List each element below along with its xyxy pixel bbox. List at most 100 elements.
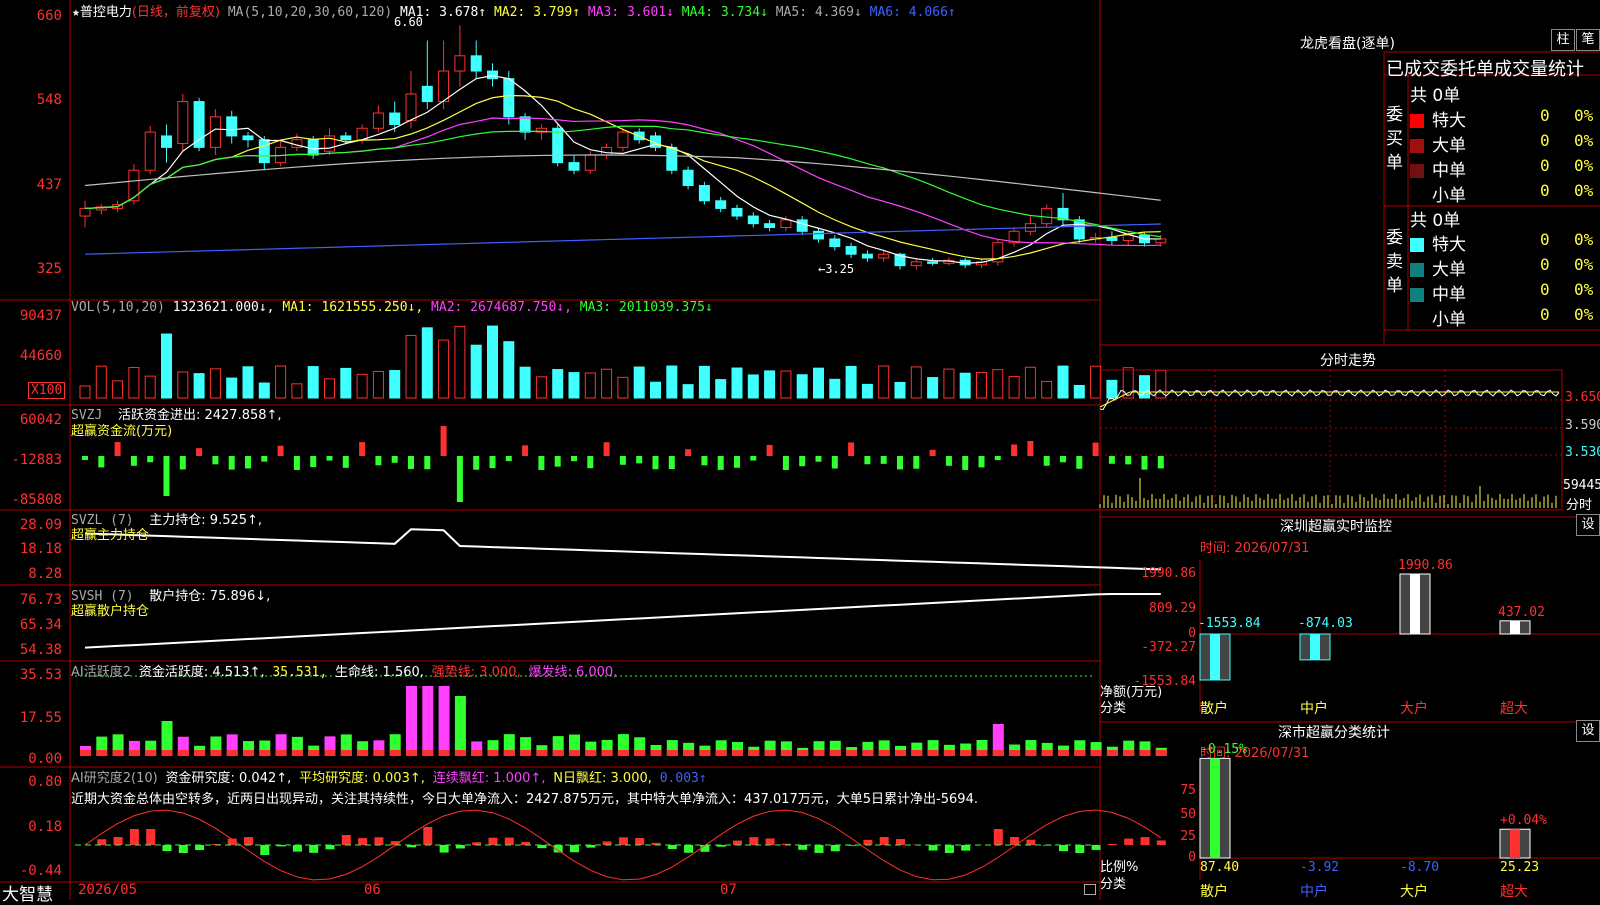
szc-x-label: 分类 — [1100, 873, 1126, 892]
fundflow-bar — [408, 456, 414, 469]
fundflow-bar — [816, 456, 822, 462]
activity-base — [243, 750, 254, 756]
szm-category-label: 大户 — [1400, 698, 1428, 718]
fundflow-bar — [864, 456, 870, 464]
fundflow-bar — [245, 456, 251, 468]
activity-base — [113, 750, 124, 756]
research-bar — [733, 841, 742, 845]
sz-monitor-settings-button[interactable]: 设 — [1576, 514, 1600, 536]
activity-base — [292, 750, 303, 756]
activity-base — [830, 750, 841, 756]
order-row: 大单 — [1410, 131, 1466, 156]
volume-bar — [80, 386, 90, 398]
research-bar — [146, 829, 155, 845]
sz-class-title: 深市超赢分类统计 — [1278, 722, 1390, 742]
research-bar — [994, 829, 1003, 845]
research-bar — [831, 845, 840, 851]
ma-spec: MA(5,10,20,30,60,120) — [228, 5, 392, 20]
fundflow-bar — [538, 456, 544, 470]
candle-body — [406, 94, 416, 121]
activity-base — [1107, 750, 1118, 756]
fundflow-bar — [261, 456, 267, 462]
research-bar — [358, 838, 367, 845]
fundflow-bar — [164, 456, 170, 496]
fundflow-bar — [913, 456, 919, 469]
candle-body — [504, 79, 514, 117]
volume-bar — [879, 366, 889, 398]
order-count: 0 — [1540, 255, 1550, 274]
fundflow-bar — [1076, 456, 1082, 469]
activity-bar — [439, 686, 450, 756]
candle-body — [259, 140, 269, 163]
research-bar — [260, 845, 269, 855]
fundflow-bar — [555, 456, 561, 467]
research-bar — [489, 838, 498, 845]
vol-axis-label: 44660 — [0, 348, 62, 364]
activity-base — [748, 750, 759, 756]
volume-bar — [814, 368, 824, 398]
air-axis-label: 0.18 — [0, 819, 62, 835]
fundflow-bar — [962, 456, 968, 470]
volume-bar — [651, 382, 661, 398]
legend-swatch — [1410, 114, 1424, 128]
brand-logo[interactable]: 大智慧 — [2, 880, 53, 905]
activity-base — [879, 750, 890, 756]
activity-base — [373, 750, 384, 756]
chart-canvas[interactable] — [0, 0, 1600, 900]
szc-category-label: 大户 — [1400, 881, 1428, 901]
order-row: 小单 — [1410, 181, 1466, 206]
research-bar — [619, 837, 628, 845]
ma4-value: MA4: 3.734↓ — [682, 5, 768, 20]
activity-base — [1140, 750, 1151, 756]
vol-unit-badge[interactable]: X100 — [28, 382, 65, 399]
research-bar — [798, 845, 807, 850]
research-bar — [668, 845, 677, 849]
research-bar — [1059, 845, 1068, 851]
szc-top-label: -0.15% — [1200, 742, 1247, 757]
lock-icon[interactable] — [1084, 884, 1096, 895]
szc-bottom-label: -8.70 — [1400, 860, 1439, 875]
activity-base — [194, 750, 205, 756]
candle-body — [765, 224, 775, 228]
activity-base — [911, 750, 922, 756]
order-pct: 0% — [1574, 181, 1593, 200]
tick-mode-button[interactable]: 笔 — [1576, 29, 1600, 51]
ai2-strong: 强势线: 3.000, — [432, 665, 521, 680]
volume-bar — [699, 366, 709, 398]
order-row: 小单 — [1410, 305, 1466, 330]
activity-base — [977, 750, 988, 756]
mainforce-line — [85, 529, 1161, 569]
bar-mode-button[interactable]: 柱 — [1551, 29, 1575, 51]
fundflow-bar — [327, 456, 333, 461]
order-pct: 0% — [1574, 106, 1593, 125]
volume-bar — [716, 380, 726, 398]
volume-bar — [536, 377, 546, 398]
fundflow-bar — [995, 456, 1001, 460]
activity-base — [1009, 750, 1020, 756]
order-count: 0 — [1540, 106, 1550, 125]
candle-body — [569, 163, 579, 171]
air-axis-label: -0.44 — [0, 863, 62, 879]
fundflow-bar — [1060, 456, 1066, 462]
ai2-header: AI活跃度2 资金活跃度: 4.513↑, 35.531, 生命线: 1.560… — [71, 661, 617, 680]
volume-bar — [797, 375, 807, 398]
star-icon[interactable]: ★ — [72, 5, 80, 20]
x-axis-label: 07 — [720, 882, 737, 898]
volume-bar — [145, 376, 155, 398]
order-pct: 0% — [1574, 230, 1593, 249]
activity-base — [80, 750, 91, 756]
research-bar — [1026, 840, 1035, 845]
candle-body — [308, 140, 318, 155]
ma2-value: MA2: 3.799↑ — [494, 5, 580, 20]
vol-header: VOL(5,10,20) 1323621.000↓, MA1: 1621555.… — [71, 300, 713, 315]
sz-class-settings-button[interactable]: 设 — [1576, 720, 1600, 742]
szc-axis-label: 0 — [1150, 850, 1196, 865]
candle-body — [145, 132, 155, 170]
fenshi-axis-label: 3.650 — [1565, 390, 1600, 405]
activity-base — [1025, 750, 1036, 756]
price-header: ★普控电力(日线，前复权) MA(5,10,20,30,60,120) MA1:… — [72, 1, 956, 20]
volume-bar — [390, 371, 400, 398]
fundflow-bar — [229, 456, 235, 470]
fundflow-bar — [131, 456, 137, 466]
ai2-axis-label: 17.55 — [0, 710, 62, 726]
